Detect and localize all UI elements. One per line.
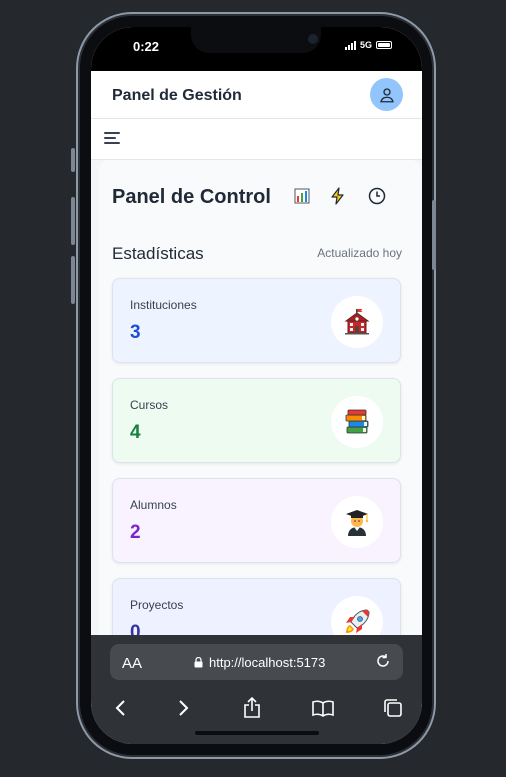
stat-card-cursos[interactable]: Cursos 4	[112, 378, 401, 463]
student-icon	[331, 496, 383, 548]
status-time: 0:22	[133, 39, 160, 54]
card-label: Alumnos	[130, 498, 177, 512]
card-label: Proyectos	[130, 598, 184, 612]
card-value: 3	[130, 322, 141, 343]
user-icon	[379, 87, 394, 102]
signal-icon	[344, 40, 356, 50]
card-label: Instituciones	[130, 298, 197, 312]
network-type: 5G	[359, 40, 372, 50]
school-icon	[331, 296, 383, 348]
home-indicator	[195, 731, 319, 735]
hamburger-icon[interactable]	[104, 132, 120, 146]
battery-icon	[376, 41, 392, 49]
menu-bar	[91, 119, 422, 160]
volume-up-button	[71, 197, 75, 245]
main-content: Panel de Control Estadísticas Actualizad…	[99, 160, 421, 635]
chart-icon[interactable]	[292, 186, 312, 206]
browser-nav	[91, 693, 422, 723]
phone-screen: 0:22 5G Panel de Gestión Panel de Contro…	[91, 27, 422, 744]
clock-icon[interactable]	[367, 186, 387, 206]
url-text: http://localhost:5173	[209, 655, 326, 670]
notch	[191, 27, 321, 53]
share-icon[interactable]	[237, 693, 267, 723]
reload-icon[interactable]	[375, 653, 391, 674]
card-value: 0	[130, 622, 141, 635]
card-label: Cursos	[130, 398, 169, 412]
stat-card-proyectos[interactable]: Proyectos 0	[112, 578, 401, 635]
stat-card-instituciones[interactable]: Instituciones 3	[112, 278, 401, 363]
front-camera	[308, 34, 318, 44]
forward-icon[interactable]	[169, 693, 199, 723]
browser-toolbar: AA http://localhost:5173	[91, 635, 422, 744]
page-title: Panel de Control	[112, 186, 271, 208]
lock-icon	[194, 657, 203, 668]
section-title: Estadísticas	[112, 244, 204, 263]
volume-down-button	[71, 256, 75, 304]
stat-card-alumnos[interactable]: Alumnos 2	[112, 478, 401, 563]
updated-label: Actualizado hoy	[317, 246, 402, 260]
card-value: 2	[130, 522, 141, 543]
books-icon	[331, 396, 383, 448]
card-value: 4	[130, 422, 141, 443]
tabs-icon[interactable]	[378, 693, 408, 723]
status-indicators: 5G	[344, 40, 392, 50]
mute-switch	[71, 148, 75, 172]
status-bar: 0:22 5G	[91, 27, 422, 71]
app-title: Panel de Gestión	[112, 87, 242, 104]
bookmarks-icon[interactable]	[308, 693, 338, 723]
rocket-icon	[331, 596, 383, 635]
power-button	[432, 200, 436, 270]
lightning-icon[interactable]	[328, 186, 348, 206]
back-icon[interactable]	[105, 693, 135, 723]
reader-aa-button[interactable]: AA	[122, 655, 142, 672]
url-display: http://localhost:5173	[194, 655, 325, 670]
url-bar[interactable]: AA http://localhost:5173	[110, 644, 403, 680]
app-header: Panel de Gestión	[91, 71, 422, 119]
user-avatar-button[interactable]	[370, 78, 403, 111]
aa-label: AA	[122, 655, 143, 672]
